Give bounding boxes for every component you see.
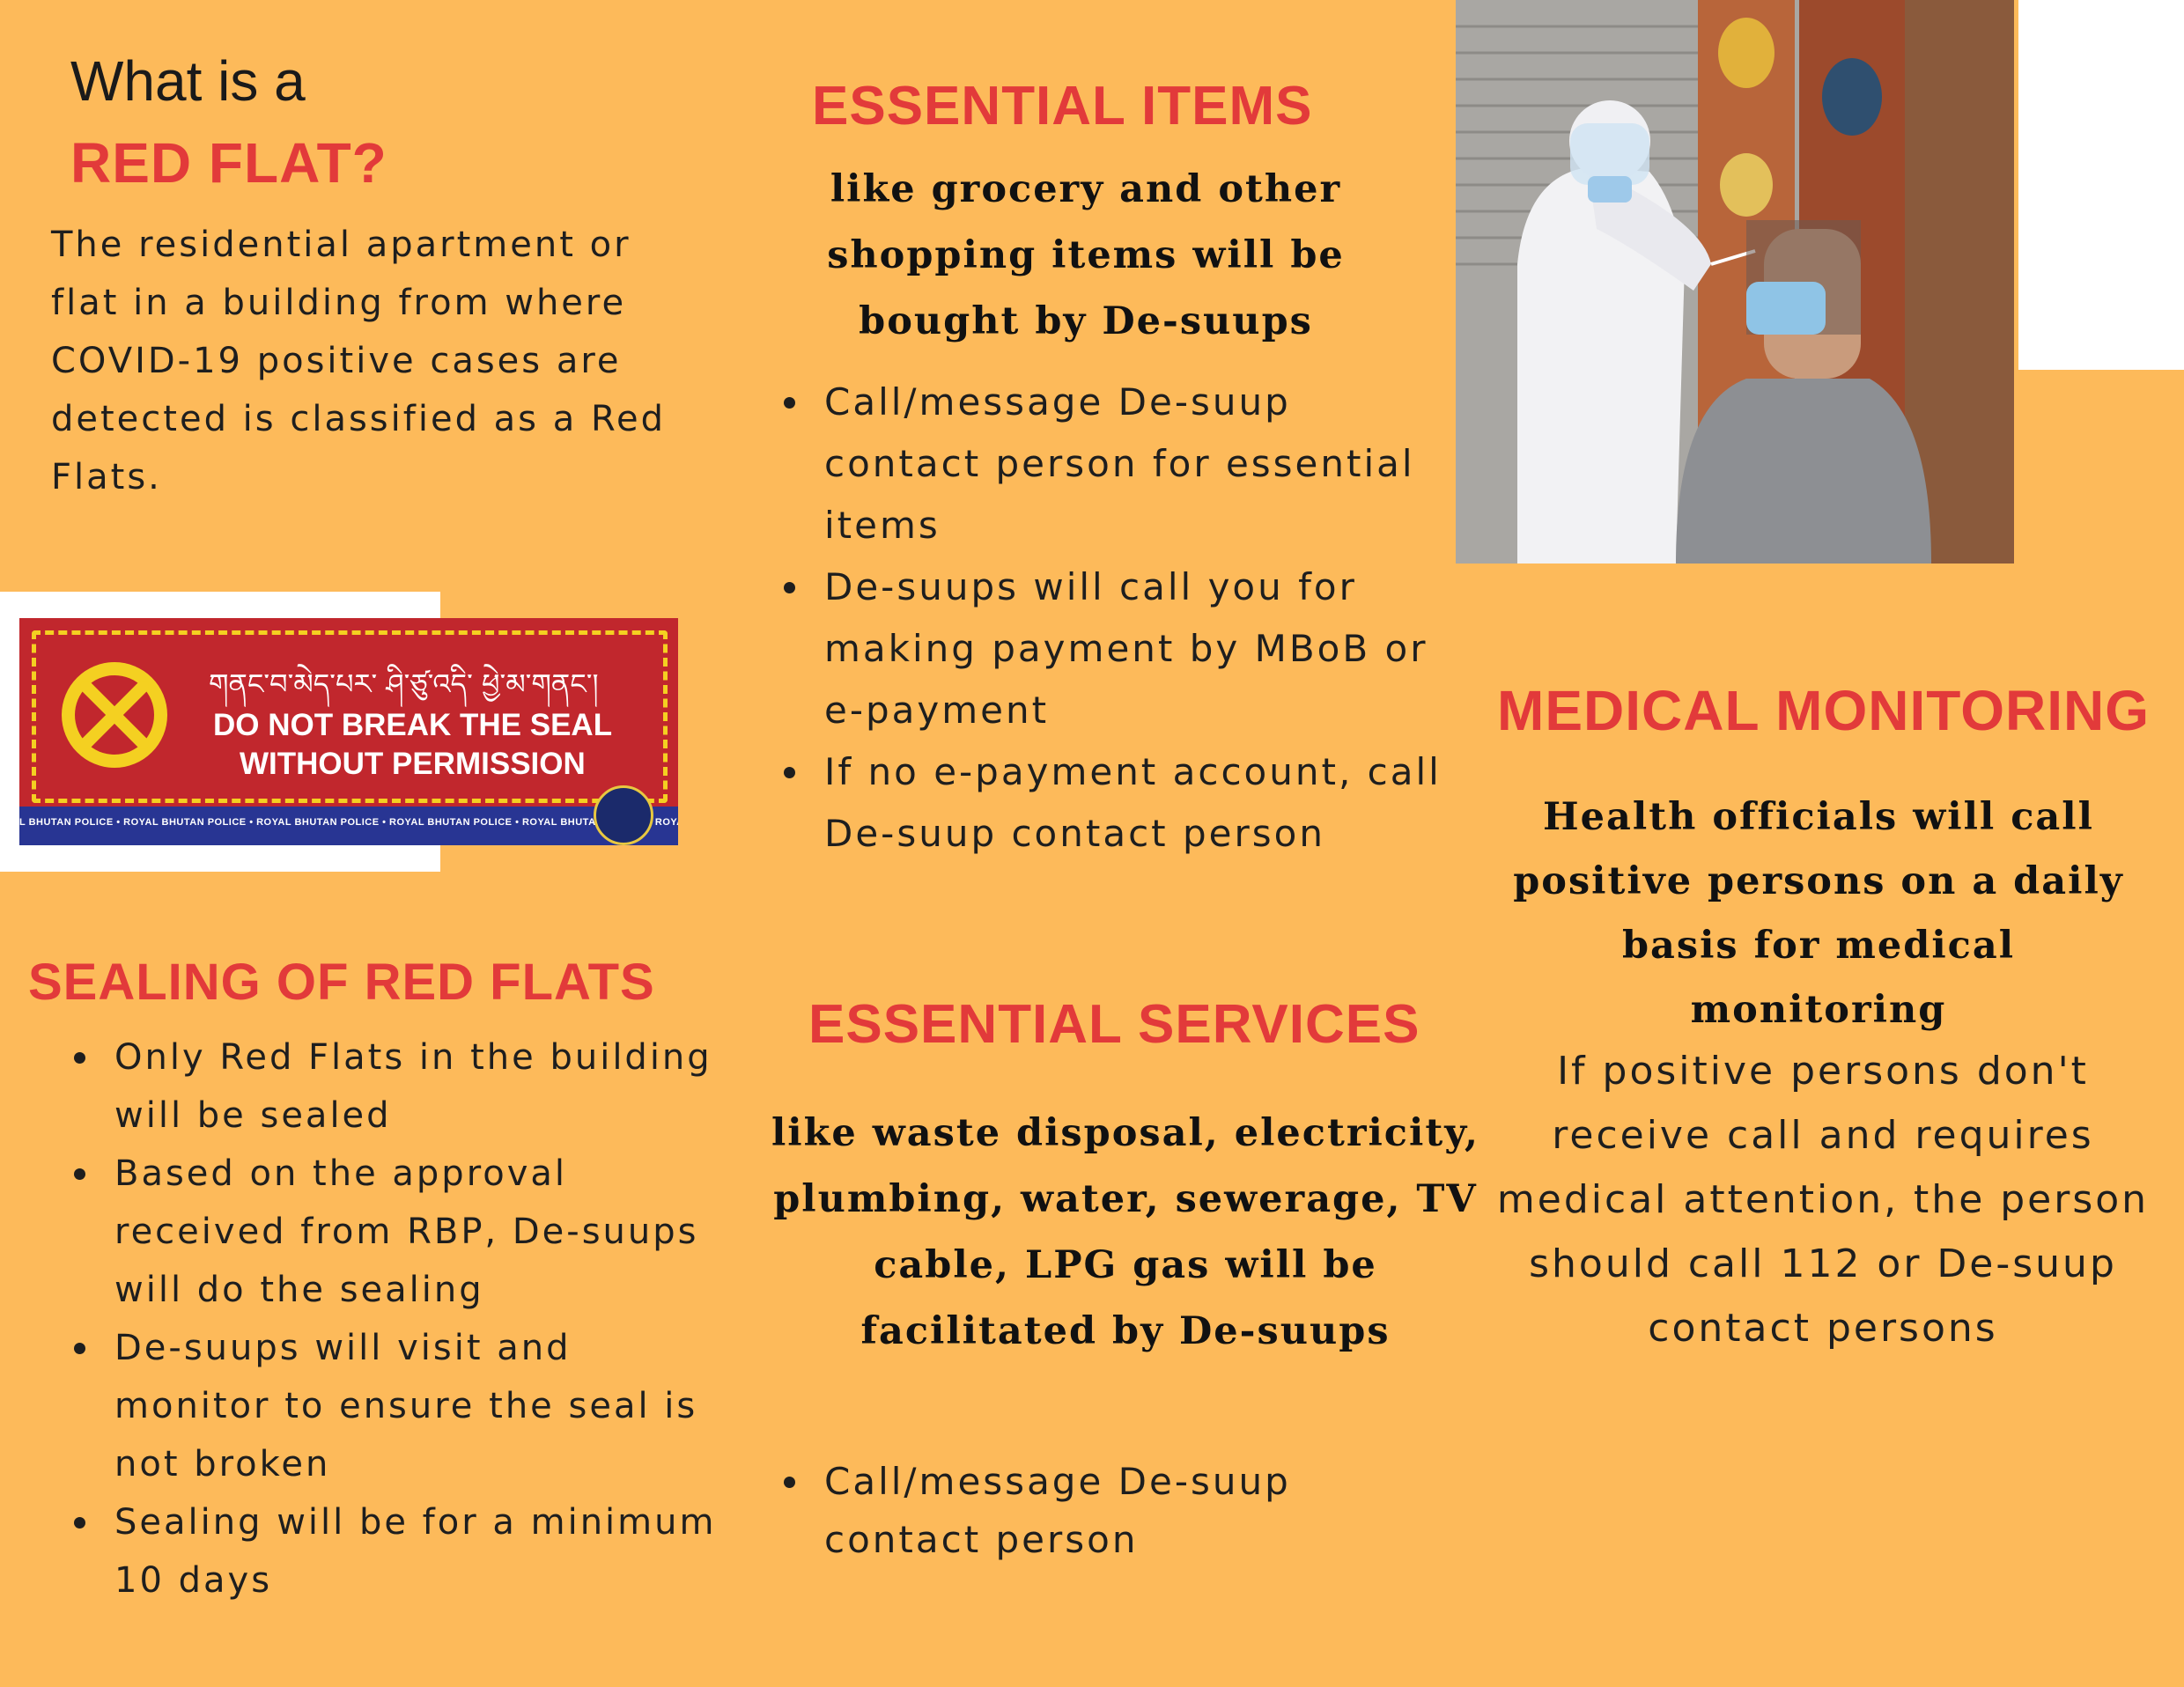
police-emblem-icon (594, 785, 653, 845)
essential-items-title: ESSENTIAL ITEMS (812, 76, 1313, 136)
what-is-label: What is a (70, 49, 306, 113)
sealing-list: Only Red Flats in the building will be s… (70, 1028, 722, 1610)
list-item: De-suups will call you for making paymen… (780, 556, 1450, 741)
seal-warning-line-1: DO NOT BREAK THE SEAL (213, 708, 613, 742)
list-item: De-suups will visit and monitor to ensur… (70, 1319, 722, 1493)
red-flat-description: The residential apartment or flat in a b… (51, 225, 666, 497)
list-item: Call/message De-suup contact person for … (780, 372, 1450, 556)
list-item: Call/message De-suup contact person (780, 1453, 1450, 1569)
list-item: Only Red Flats in the building will be s… (70, 1028, 722, 1145)
police-strip: L BHUTAN POLICE • ROYAL BHUTAN POLICE • … (19, 807, 678, 845)
red-flat-title: RED FLAT? (70, 131, 387, 195)
swab-test-illustration (1456, 0, 2014, 564)
x-circle-icon (62, 662, 167, 768)
swab-test-photo (1456, 0, 2014, 564)
list-item: Based on the approval received from RBP,… (70, 1145, 722, 1319)
essential-items-list: Call/message De-suup contact person for … (780, 372, 1450, 865)
medical-monitoring-title: MEDICAL MONITORING (1497, 679, 2150, 742)
seal-warning-line-2: WITHOUT PERMISSION (240, 747, 586, 781)
seal-sign-image: གནང་བ་མེད་པར་ ཤི་ཙུ་འདི་ ཕྱེ་མ་གནང་། DO … (19, 618, 678, 845)
list-item: If no e-payment account, call De-suup co… (780, 741, 1450, 865)
police-strip-text: L BHUTAN POLICE • ROYAL BHUTAN POLICE • … (19, 817, 678, 828)
medical-monitoring-subtitle: Health officials will call positive pers… (1513, 795, 2124, 1032)
essential-services-subtitle: like waste disposal, electricity, plumbi… (771, 1111, 1480, 1353)
photo-backdrop (2018, 0, 2184, 370)
essential-services-title: ESSENTIAL SERVICES (808, 994, 1420, 1055)
essential-services-list: Call/message De-suup contact person (780, 1453, 1450, 1569)
list-item: Sealing will be for a minimum 10 days (70, 1493, 722, 1610)
essential-items-subtitle: like grocery and other shopping items wi… (827, 167, 1345, 343)
medical-monitoring-note: If positive persons don't receive call a… (1496, 1049, 2150, 1351)
sealing-title: SEALING OF RED FLATS (28, 954, 655, 1011)
